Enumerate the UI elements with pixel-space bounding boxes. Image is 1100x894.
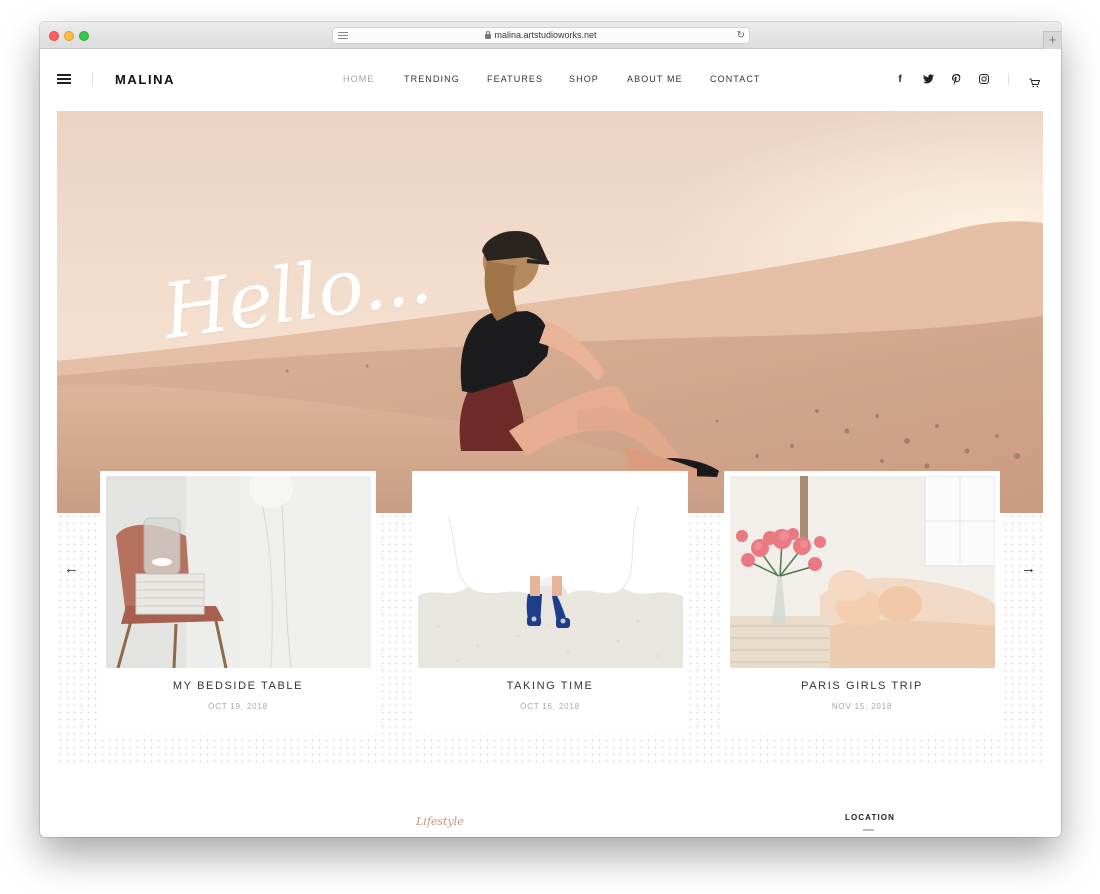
post-thumbnail[interactable] — [730, 476, 995, 668]
lock-icon — [485, 31, 492, 39]
post-card[interactable]: TAKING TIME OCT 16, 2018 — [412, 471, 688, 734]
category-label[interactable]: Lifestyle — [416, 815, 464, 828]
nav-about-me[interactable]: ABOUT ME — [627, 74, 683, 84]
close-window-button[interactable] — [49, 31, 59, 41]
browser-window: malina.artstudioworks.net ↻ + MALINA HOM… — [40, 22, 1061, 837]
facebook-icon[interactable]: f — [894, 74, 906, 86]
header-divider — [1008, 73, 1009, 85]
nav-contact[interactable]: CONTACT — [710, 74, 761, 84]
pinterest-icon[interactable] — [950, 74, 962, 86]
address-bar[interactable]: malina.artstudioworks.net ↻ — [332, 27, 750, 44]
url-text: malina.artstudioworks.net — [494, 30, 597, 40]
widget-title-underline — [863, 829, 874, 831]
nav-home[interactable]: HOME — [343, 74, 374, 84]
twitter-icon[interactable] — [922, 74, 934, 86]
zoom-window-button[interactable] — [79, 31, 89, 41]
post-card[interactable]: PARIS GIRLS TRIP NOV 15, 2018 — [724, 471, 1000, 734]
reader-icon[interactable] — [338, 32, 348, 39]
post-title[interactable]: MY BEDSIDE TABLE — [100, 680, 376, 692]
site-logo[interactable]: MALINA — [115, 72, 175, 87]
post-title[interactable]: TAKING TIME — [412, 680, 688, 692]
browser-titlebar: malina.artstudioworks.net ↻ + — [40, 22, 1061, 49]
post-date: OCT 16, 2018 — [520, 702, 580, 711]
new-tab-button[interactable]: + — [1043, 31, 1061, 49]
post-title[interactable]: PARIS GIRLS TRIP — [724, 680, 1000, 692]
post-date: OCT 19, 2018 — [208, 702, 268, 711]
slider-next-arrow[interactable]: → — [1021, 560, 1036, 577]
header-divider — [92, 73, 93, 85]
nav-shop[interactable]: SHOP — [569, 74, 599, 84]
nav-trending[interactable]: TRENDING — [404, 74, 460, 84]
reload-icon[interactable]: ↻ — [737, 28, 745, 43]
menu-icon[interactable] — [57, 74, 71, 84]
nav-features[interactable]: FEATURES — [487, 74, 543, 84]
widget-title: LOCATION — [845, 813, 895, 822]
post-date: NOV 15, 2018 — [831, 702, 893, 711]
post-card[interactable]: MY BEDSIDE TABLE OCT 19, 2018 — [100, 471, 376, 734]
cart-icon[interactable] — [1029, 75, 1040, 88]
instagram-icon[interactable] — [978, 74, 990, 86]
minimize-window-button[interactable] — [64, 31, 74, 41]
post-thumbnail[interactable] — [418, 476, 683, 668]
post-thumbnail[interactable] — [106, 476, 371, 668]
slider-prev-arrow[interactable]: ← — [64, 560, 79, 577]
site-header: MALINA HOME TRENDING FEATURES SHOP ABOUT… — [40, 49, 1061, 111]
hero-banner: Hello... — [57, 111, 1043, 513]
